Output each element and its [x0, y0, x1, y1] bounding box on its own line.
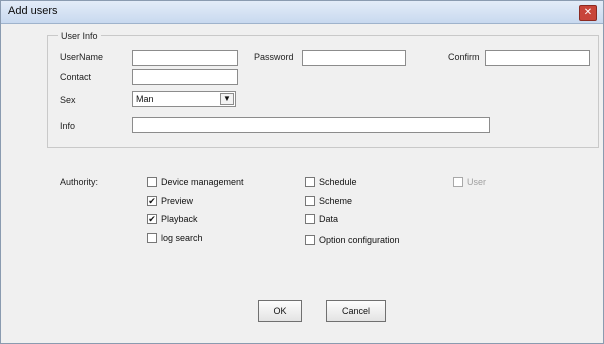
chevron-down-icon[interactable]: ▼ [220, 93, 234, 105]
scheme-checkbox[interactable] [305, 196, 315, 206]
data-label: Data [319, 214, 339, 224]
info-label: Info [60, 121, 76, 131]
username-label: UserName [60, 52, 104, 62]
username-input[interactable] [132, 50, 238, 66]
contact-input[interactable] [132, 69, 238, 85]
log-search-checkbox[interactable] [147, 233, 157, 243]
check-icon: ✔ [148, 196, 156, 206]
option-configuration-checkbox[interactable] [305, 235, 315, 245]
sex-selected-value: Man [136, 94, 154, 104]
device-management-checkbox[interactable] [147, 177, 157, 187]
confirm-password-input[interactable] [485, 50, 590, 66]
contact-label: Contact [60, 72, 92, 82]
data-checkbox[interactable] [305, 214, 315, 224]
title-bar: Add users ✕ [1, 1, 603, 24]
log-search-label: log search [161, 233, 203, 243]
password-label: Password [254, 52, 294, 62]
user-label: User [467, 177, 487, 187]
ok-button[interactable]: OK [258, 300, 302, 322]
preview-label: Preview [161, 196, 194, 206]
add-users-dialog: Add users ✕ User Info UserName Password … [0, 0, 604, 344]
cancel-button[interactable]: Cancel [326, 300, 386, 322]
playback-label: Playback [161, 214, 198, 224]
password-input[interactable] [302, 50, 406, 66]
sex-select[interactable]: Man ▼ [132, 91, 236, 107]
user-info-legend: User Info [58, 31, 101, 41]
preview-checkbox[interactable]: ✔ [147, 196, 157, 206]
scheme-label: Scheme [319, 196, 353, 206]
sex-label: Sex [60, 95, 76, 105]
check-icon: ✔ [148, 214, 156, 224]
close-icon[interactable]: ✕ [579, 5, 597, 21]
close-glyph: ✕ [583, 7, 593, 18]
confirm-label: Confirm [448, 52, 480, 62]
option-configuration-label: Option configuration [319, 235, 400, 245]
authority-label: Authority: [60, 177, 99, 187]
user-checkbox [453, 177, 463, 187]
schedule-label: Schedule [319, 177, 357, 187]
info-input[interactable] [132, 117, 490, 133]
schedule-checkbox[interactable] [305, 177, 315, 187]
device-management-label: Device management [161, 177, 244, 187]
playback-checkbox[interactable]: ✔ [147, 214, 157, 224]
dialog-title: Add users [8, 5, 58, 17]
